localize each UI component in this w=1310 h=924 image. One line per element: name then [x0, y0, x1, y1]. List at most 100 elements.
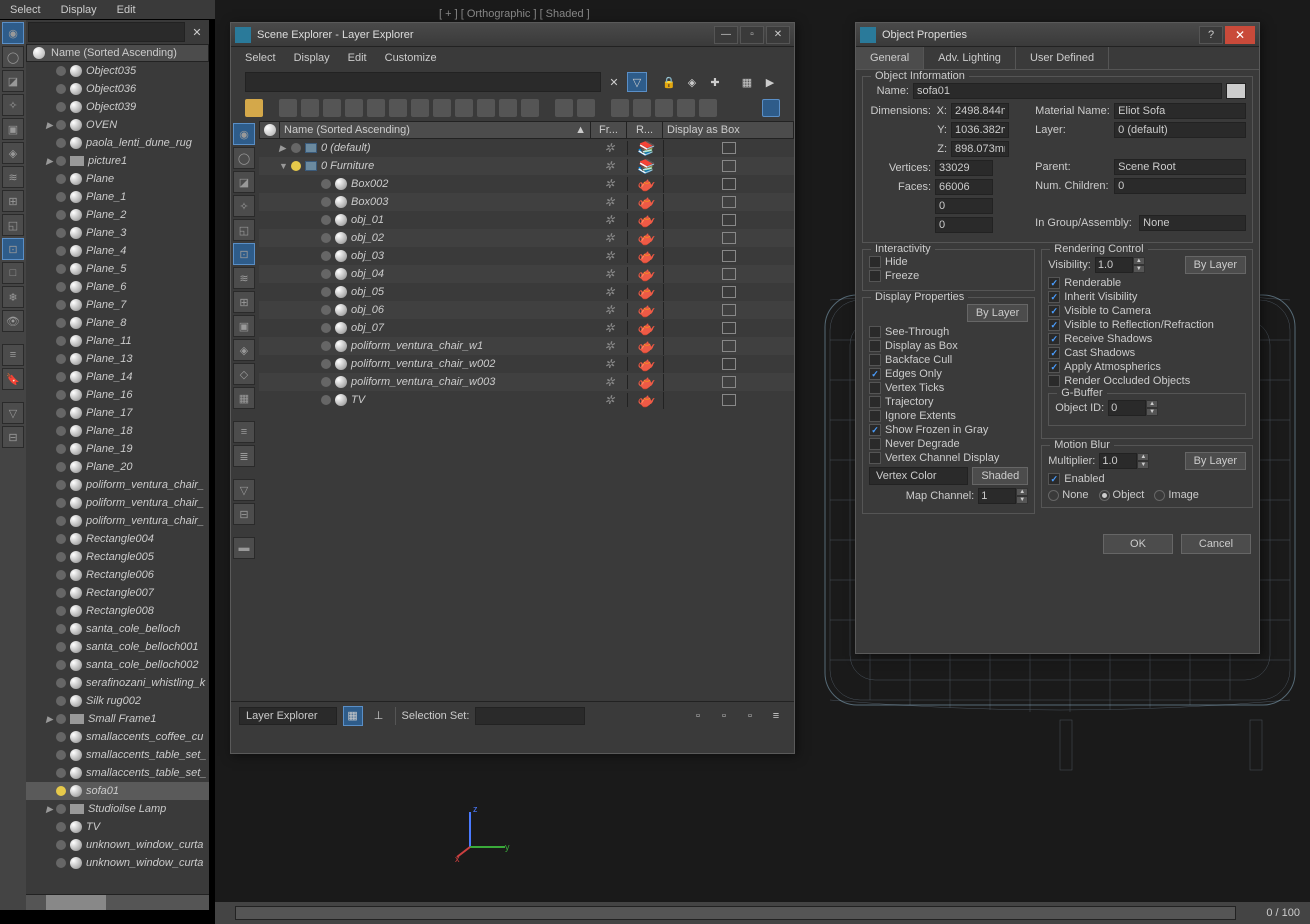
se-tb-11[interactable]: ▦ [233, 387, 255, 409]
se-tb-5[interactable]: ⊡ [233, 243, 255, 265]
filter-19[interactable] [699, 99, 717, 117]
se-tb-8[interactable]: ▣ [233, 315, 255, 337]
se-tb-4[interactable]: ◱ [233, 219, 255, 241]
chk-seethru[interactable] [869, 326, 881, 338]
vis-input[interactable] [1095, 257, 1133, 273]
se-broom-icon[interactable] [245, 99, 263, 117]
name-input[interactable] [913, 83, 1222, 99]
list-item[interactable]: poliform_ventura_chair_ [26, 512, 209, 530]
color-swatch[interactable] [1226, 83, 1246, 99]
mapchan-input[interactable] [978, 488, 1016, 504]
chk-recv[interactable] [1048, 333, 1060, 345]
se-add-icon[interactable]: ✚ [705, 72, 725, 92]
container-icon[interactable]: □ [2, 262, 24, 284]
filter-3[interactable] [323, 99, 341, 117]
layers-icon[interactable]: ▦ [343, 706, 363, 726]
ok-button[interactable]: OK [1103, 534, 1173, 554]
timeline-scrollbar[interactable] [235, 906, 1236, 920]
shape-icon[interactable]: ◪ [2, 70, 24, 92]
list-item[interactable]: smallaccents_table_set_ [26, 746, 209, 764]
list-header[interactable]: Name (Sorted Ascending) [26, 44, 209, 62]
filter-9[interactable] [455, 99, 473, 117]
props-titlebar[interactable]: Object Properties ? ✕ [856, 23, 1259, 47]
list-item[interactable]: ▶Studioilse Lamp [26, 800, 209, 818]
filter-10[interactable] [477, 99, 495, 117]
se-tb-14[interactable]: ▽ [233, 479, 255, 501]
list-item[interactable]: santa_cole_belloch [26, 620, 209, 638]
se-filter-button[interactable]: ▽ [627, 72, 647, 92]
tab-general[interactable]: General [856, 47, 924, 69]
list-item[interactable]: smallaccents_table_set_ [26, 764, 209, 782]
dialog-titlebar[interactable]: Scene Explorer - Layer Explorer — ▫ ✕ [231, 23, 794, 47]
bookmark-icon[interactable]: 🔖 [2, 368, 24, 390]
se-tb-9[interactable]: ◈ [233, 339, 255, 361]
bylayer-mblur-button[interactable]: By Layer [1185, 452, 1246, 470]
list-item[interactable]: Plane_1 [26, 188, 209, 206]
bone-icon[interactable]: ⊡ [2, 238, 24, 260]
camera-icon[interactable]: ▣ [2, 118, 24, 140]
chk-vtxticks[interactable] [869, 382, 881, 394]
filter-13[interactable] [555, 99, 573, 117]
list-item[interactable]: Plane_5 [26, 260, 209, 278]
se-btn-a[interactable]: ▫ [688, 706, 708, 726]
chk-atmos[interactable] [1048, 361, 1060, 373]
viewport-label[interactable]: [ + ] [ Orthographic ] [ Shaded ] [439, 8, 590, 20]
list-item[interactable]: Object039 [26, 98, 209, 116]
list-item[interactable]: Silk rug002 [26, 692, 209, 710]
list-item[interactable]: sofa01 [26, 782, 209, 800]
filter-12[interactable] [521, 99, 539, 117]
se-btn-c[interactable]: ▫ [740, 706, 760, 726]
list-item[interactable]: poliform_ventura_chair_ [26, 494, 209, 512]
cancel-button[interactable]: Cancel [1181, 534, 1251, 554]
selection-set-input[interactable] [475, 707, 585, 725]
explorer-dropdown[interactable]: Layer Explorer [239, 707, 337, 725]
se-row[interactable]: obj_05✲🫖 [259, 283, 794, 301]
chk-displaybox[interactable] [869, 340, 881, 352]
se-tb-12[interactable]: ≡ [233, 421, 255, 443]
close-button[interactable]: ✕ [1225, 26, 1255, 44]
list-item[interactable]: Plane_14 [26, 368, 209, 386]
menu-display[interactable]: Display [61, 4, 97, 16]
se-globe-icon[interactable]: ◉ [233, 123, 255, 145]
radio-image[interactable] [1154, 490, 1165, 501]
se-row[interactable]: ▶0 (default)✲📚 [259, 139, 794, 157]
filter-1[interactable] [279, 99, 297, 117]
filter-16[interactable] [633, 99, 651, 117]
se-tb-10[interactable]: ◇ [233, 363, 255, 385]
list-item[interactable]: unknown_window_curta [26, 836, 209, 854]
se-search-input[interactable] [245, 72, 601, 92]
se-row[interactable]: Box002✲🫖 [259, 175, 794, 193]
chk-mblur-enabled[interactable] [1048, 473, 1060, 485]
chk-inherit[interactable] [1048, 291, 1060, 303]
list-item[interactable]: Rectangle006 [26, 566, 209, 584]
list-item[interactable]: smallaccents_coffee_cu [26, 728, 209, 746]
se-row[interactable]: obj_03✲🫖 [259, 247, 794, 265]
space-warp-icon[interactable]: ≋ [2, 166, 24, 188]
chk-occluded[interactable] [1048, 375, 1060, 387]
se-tb-16[interactable]: ▬ [233, 537, 255, 559]
list-item[interactable]: poliform_ventura_chair_ [26, 476, 209, 494]
se-btn-menu[interactable]: ≡ [766, 706, 786, 726]
shaded-button[interactable]: Shaded [972, 467, 1028, 485]
close-button[interactable]: ✕ [766, 26, 790, 44]
helper-icon[interactable]: ◈ [2, 142, 24, 164]
se-row[interactable]: poliform_ventura_chair_w003✲🫖 [259, 373, 794, 391]
se-row[interactable]: obj_06✲🫖 [259, 301, 794, 319]
filter-14[interactable] [577, 99, 595, 117]
list-item[interactable]: Plane [26, 170, 209, 188]
se-menu-customize[interactable]: Customize [385, 52, 437, 64]
se-tb-2[interactable]: ◪ [233, 171, 255, 193]
list-item[interactable]: paola_lenti_dune_rug [26, 134, 209, 152]
search-input[interactable] [28, 22, 185, 42]
se-tb-7[interactable]: ⊞ [233, 291, 255, 313]
chk-edges[interactable] [869, 368, 881, 380]
object-list[interactable]: Object035Object036Object039▶OVENpaola_le… [26, 62, 209, 894]
list-item[interactable]: santa_cole_belloch002 [26, 656, 209, 674]
chk-vtorefl[interactable] [1048, 319, 1060, 331]
se-tb-6[interactable]: ≋ [233, 267, 255, 289]
list-item[interactable]: Plane_2 [26, 206, 209, 224]
collapse-icon[interactable]: ⊟ [2, 426, 24, 448]
hidden-icon[interactable]: 👁 [2, 310, 24, 332]
horizontal-scrollbar[interactable] [26, 894, 209, 910]
se-arrow-icon[interactable]: ▶ [760, 72, 780, 92]
